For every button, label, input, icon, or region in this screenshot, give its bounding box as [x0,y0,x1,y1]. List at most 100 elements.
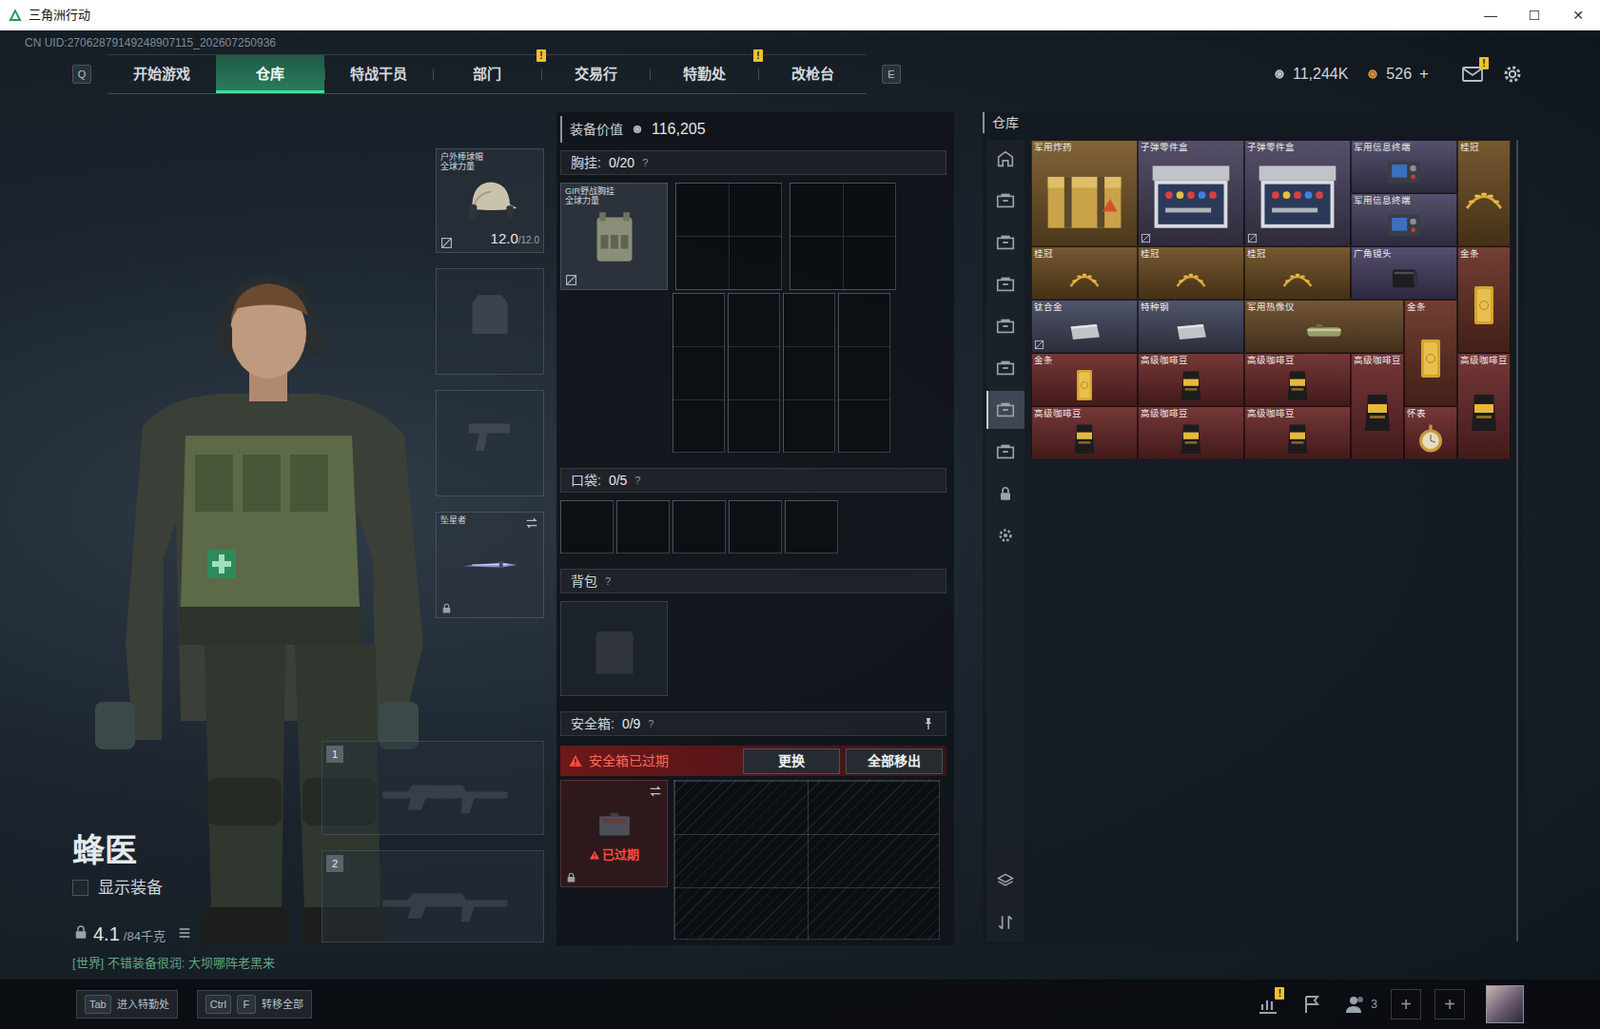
warehouse-item[interactable]: 桂冠 [1457,139,1511,247]
settings-gear-icon[interactable] [1501,62,1524,86]
nav-tab[interactable]: 改枪台 [758,55,867,94]
warehouse-item[interactable]: 桂冠 [1137,246,1245,300]
warehouse-item[interactable]: 军用信息终端 [1350,139,1458,194]
warehouse-item[interactable]: 高级咖啡豆 [1244,406,1351,460]
item-picture [1034,312,1135,352]
storage-grid [838,292,891,453]
warehouse-item[interactable]: 广角镜头 [1350,246,1458,300]
team-invite-slot[interactable]: + [1390,989,1422,1020]
gear-icon [995,526,1015,546]
swap-icon[interactable] [524,515,540,531]
helmet-slot[interactable]: 户外棒球帽全球力量12.0/12.0 [435,148,545,254]
player-avatar[interactable] [1485,985,1524,1024]
shortcut-hint[interactable]: CtrlF转移全部 [196,990,313,1019]
pockets-bar-count: 0/5 [608,470,627,491]
backpack-bar-label: 背包 [570,571,598,592]
backpack-slot[interactable] [560,601,668,697]
nav-tab[interactable]: 仓库 [215,55,325,94]
swap-icon[interactable] [647,783,664,800]
maximize-button[interactable]: ☐ [1512,0,1557,31]
warehouse-item[interactable]: 金条 [1404,299,1458,407]
durability-current: 12.0 [490,230,519,247]
next-tab-key[interactable]: E [881,64,901,84]
warehouse-item[interactable]: 军用信息终端 [1350,193,1458,247]
mail-button[interactable]: ! [1461,62,1484,86]
shortcut-hint[interactable]: Tab进入特勤处 [76,990,178,1019]
warehouse-tab[interactable] [986,223,1025,262]
pocket-slot[interactable] [672,500,726,554]
item-picture [1247,366,1348,405]
flag-icon[interactable] [1300,993,1324,1016]
safebox-item[interactable]: 已过期 [560,780,668,888]
nav-tab[interactable]: 部门! [432,55,542,94]
nav-tab[interactable]: 特战干员 [324,55,433,94]
pocket-slot[interactable] [616,500,670,554]
warehouse-item[interactable]: 怀表 [1404,406,1458,460]
warehouse-item[interactable]: 高级咖啡豆 [1244,352,1351,407]
pocket-slot[interactable] [728,500,782,554]
weapon-slot-number: 2 [326,855,344,873]
warehouse-tab[interactable] [986,390,1025,430]
help-mark[interactable]: ? [642,155,648,172]
lock-button[interactable] [986,474,1025,513]
remove-all-button[interactable]: 全部移出 [845,748,943,775]
warehouse-tab[interactable] [986,139,1025,178]
pocket-slot[interactable] [784,500,839,554]
gear-button[interactable] [986,516,1025,555]
warehouse-tab[interactable] [986,432,1025,471]
armor-slot[interactable] [435,268,545,375]
warehouse-item[interactable]: 桂冠 [1031,246,1138,300]
show-gear-toggle[interactable]: 显示装备 [72,876,322,901]
warehouse-item[interactable]: 高级咖啡豆 [1137,406,1245,460]
close-button[interactable]: ✕ [1556,0,1600,31]
warehouse-item[interactable]: 金条 [1031,352,1138,407]
warehouse-item[interactable]: 钛合金 [1031,299,1138,353]
chest-rig-item[interactable]: GIR野战胸挂全球力量 [560,182,668,291]
show-gear-checkbox[interactable] [72,879,89,897]
prev-tab-key[interactable]: Q [72,64,92,84]
help-mark[interactable]: ? [604,573,611,590]
pin-icon[interactable] [920,716,937,732]
chest-rig-bar-label: 胸挂: [570,153,602,174]
pistol-slot[interactable] [435,390,545,497]
nav-tab[interactable]: 开始游戏 [107,55,216,94]
warehouse-tab[interactable] [986,349,1025,388]
warehouse-item[interactable]: 高级咖啡豆 [1457,352,1511,460]
weapon-slot[interactable]: 1 [321,741,545,836]
pockets-bar-label: 口袋: [570,470,602,491]
replace-button[interactable]: 更换 [742,748,840,775]
rifle-icon [353,863,535,931]
team-invite-slot[interactable]: + [1434,989,1465,1020]
help-mark[interactable]: ? [634,472,641,489]
stats-button[interactable]: ! [1256,993,1280,1016]
warehouse-item[interactable]: 军用炸药 [1031,139,1138,247]
safebox-bar-count: 0/9 [622,714,641,735]
warehouse-item[interactable]: 高级咖啡豆 [1031,406,1138,460]
sort-button[interactable] [986,903,1025,942]
item-picture [1406,312,1455,405]
melee-slot[interactable]: 坠星者 [435,511,545,619]
warehouse-item[interactable]: 桂冠 [1244,246,1351,300]
layers-button[interactable] [986,861,1025,900]
warehouse-item[interactable]: 子弹零件盒 [1244,139,1351,247]
warehouse-item[interactable]: 军用热像仪 [1244,299,1405,353]
warehouse-tab[interactable] [986,265,1025,304]
list-icon[interactable] [176,925,193,941]
warehouse-item[interactable]: 金条 [1457,246,1511,353]
friends-button[interactable]: 3 [1344,993,1378,1016]
minimize-button[interactable]: — [1468,0,1513,31]
explosive-icon [1034,153,1135,245]
warehouse-tab[interactable] [986,181,1025,220]
warehouse-item[interactable]: 子弹零件盒 [1137,139,1245,247]
nav-tab[interactable]: 交易行 [541,55,650,94]
weapon-slot[interactable]: 2 [321,850,545,943]
warehouse-item[interactable]: 高级咖啡豆 [1137,352,1245,407]
help-mark[interactable]: ? [647,716,654,733]
warehouse-item[interactable]: 特种钢 [1137,299,1245,353]
nav-tab[interactable]: 特勤处! [649,55,759,94]
add-currency-button[interactable]: + [1419,61,1429,87]
warehouse-tab[interactable] [986,307,1025,346]
alert-badge: ! [536,49,547,62]
warehouse-item[interactable]: 高级咖啡豆 [1350,352,1405,460]
pocket-slot[interactable] [560,500,614,554]
